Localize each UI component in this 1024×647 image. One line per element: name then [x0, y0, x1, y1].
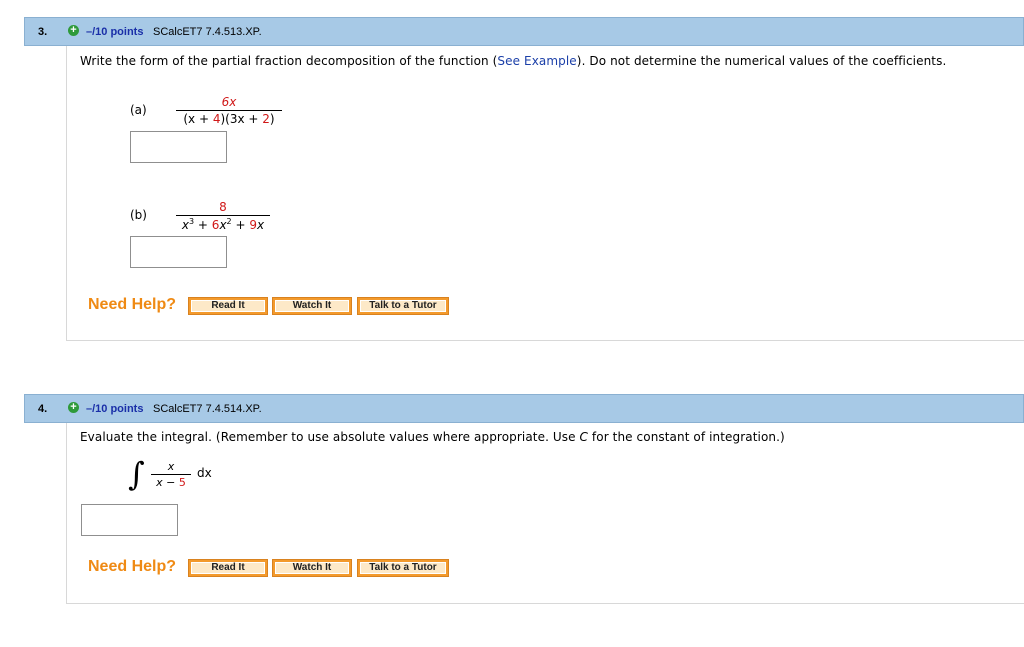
- part-b-fraction: 8 x3 + 6x2 + 9x: [176, 200, 270, 232]
- question-number: 3.: [38, 26, 48, 38]
- points-label: –/10 points: [86, 26, 144, 38]
- fraction-bar: [176, 215, 270, 216]
- integral-answer-box[interactable]: [81, 504, 178, 536]
- see-example-link[interactable]: See Example: [497, 54, 576, 68]
- question-number: 4.: [38, 403, 48, 415]
- question-code: SCalcET7 7.4.513.XP.: [153, 26, 262, 38]
- part-a-label: (a): [130, 103, 147, 117]
- question-4-prompt: Evaluate the integral. (Remember to use …: [80, 430, 785, 444]
- need-help-label: Need Help?: [88, 296, 177, 313]
- talk-to-tutor-button[interactable]: Talk to a Tutor: [357, 297, 449, 315]
- question-3-header: 3. + –/10 points SCalcET7 7.4.513.XP.: [24, 17, 1024, 46]
- part-b-answer-box[interactable]: [130, 236, 227, 268]
- part-a-fraction: 6x (x + 4)(3x + 2): [176, 95, 282, 126]
- integral-sign: ∫: [128, 455, 145, 493]
- question-code: SCalcET7 7.4.514.XP.: [153, 403, 262, 415]
- fraction-bar: [176, 110, 282, 111]
- part-b-numerator: 8: [219, 200, 227, 214]
- integrand-fraction: x x − 5: [151, 460, 191, 489]
- talk-to-tutor-button[interactable]: Talk to a Tutor: [357, 559, 449, 577]
- part-a-denominator: (x + 4)(3x + 2): [183, 112, 275, 126]
- part-a-numerator: 6x: [221, 95, 237, 109]
- part-b-denominator: x3 + 6x2 + 9x: [181, 217, 265, 232]
- question-3-prompt: Write the form of the partial fraction d…: [80, 54, 947, 68]
- expand-plus-icon[interactable]: +: [68, 402, 79, 413]
- watch-it-button[interactable]: Watch It: [272, 297, 352, 315]
- read-it-button[interactable]: Read It: [188, 297, 268, 315]
- watch-it-button[interactable]: Watch It: [272, 559, 352, 577]
- read-it-button[interactable]: Read It: [188, 559, 268, 577]
- fraction-bar: [151, 474, 191, 475]
- need-help-label: Need Help?: [88, 558, 177, 575]
- question-4-header: 4. + –/10 points SCalcET7 7.4.514.XP.: [24, 394, 1024, 423]
- dx-label: dx: [197, 466, 212, 480]
- expand-plus-icon[interactable]: +: [68, 25, 79, 36]
- integrand-denominator: x − 5: [156, 476, 186, 489]
- part-b-label: (b): [130, 208, 147, 222]
- part-a-answer-box[interactable]: [130, 131, 227, 163]
- integrand-numerator: x: [167, 460, 175, 473]
- points-label: –/10 points: [86, 403, 144, 415]
